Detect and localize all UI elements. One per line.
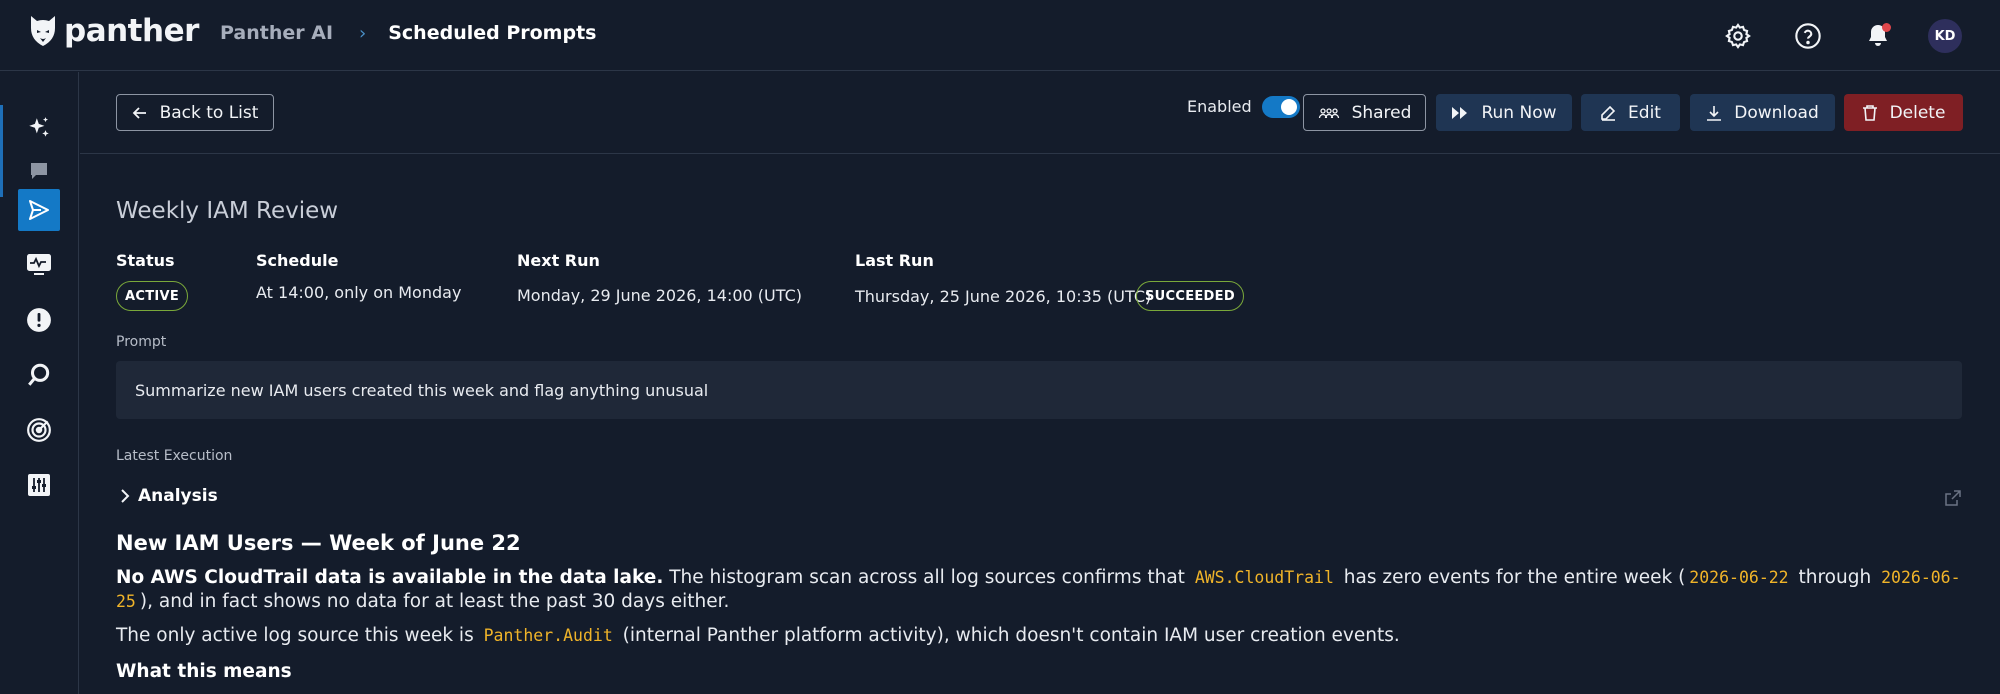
edit-label: Edit xyxy=(1628,102,1661,123)
code-panther-audit: Panther.Audit xyxy=(483,626,613,645)
send-icon xyxy=(29,200,49,220)
target-icon xyxy=(27,418,51,442)
help-button[interactable] xyxy=(1788,16,1828,56)
next-run-value: Monday, 29 June 2026, 14:00 (UTC) xyxy=(517,286,802,305)
execution-heading: New IAM Users — Week of June 22 xyxy=(116,531,521,555)
shared-label: Shared xyxy=(1351,102,1412,123)
top-header: panther Panther AI › Scheduled Prompts K… xyxy=(0,0,2000,71)
gear-icon xyxy=(1725,23,1751,49)
download-label: Download xyxy=(1734,102,1819,123)
status-badge: ACTIVE xyxy=(116,281,189,311)
enabled-label: Enabled xyxy=(1187,97,1252,116)
arrow-left-icon xyxy=(132,106,146,119)
p2-text-b: (internal Panther platform activity), wh… xyxy=(616,625,1400,646)
chevron-right-icon: › xyxy=(359,22,367,44)
analysis-label: Analysis xyxy=(138,486,218,506)
delete-label: Delete xyxy=(1889,102,1946,123)
schedule-label: Schedule xyxy=(256,251,339,270)
schedule-value: At 14:00, only on Monday xyxy=(256,283,462,302)
p1-bold: No AWS CloudTrail data is available in t… xyxy=(116,567,664,588)
next-run-label: Next Run xyxy=(517,251,600,270)
back-to-list-label: Back to List xyxy=(159,102,259,123)
breadcrumb-current: Scheduled Prompts xyxy=(388,22,597,44)
users-icon xyxy=(1318,107,1339,118)
sparkles-icon xyxy=(29,117,49,137)
what-this-means-heading: What this means xyxy=(116,661,292,682)
last-run-status-badge: SUCCEEDED xyxy=(1136,281,1244,311)
p1-text-b: has zero events for the entire week ( xyxy=(1337,567,1686,588)
alert-icon xyxy=(27,308,51,332)
download-icon xyxy=(1707,105,1722,121)
trash-icon xyxy=(1862,105,1877,121)
logo[interactable]: panther xyxy=(28,13,199,49)
back-to-list-button[interactable]: Back to List xyxy=(116,94,274,131)
fast-forward-icon xyxy=(1452,106,1468,119)
page-title: Weekly IAM Review xyxy=(116,198,339,224)
prompt-label: Prompt xyxy=(116,334,167,350)
nav-ai[interactable] xyxy=(18,107,60,149)
breadcrumb: Panther AI › Scheduled Prompts xyxy=(220,22,596,44)
p1-text-a: The histogram scan across all log source… xyxy=(663,567,1191,588)
nav-active-group-indicator xyxy=(0,105,3,197)
nav-chat[interactable] xyxy=(18,150,60,192)
nav-search[interactable] xyxy=(18,354,60,396)
pencil-icon xyxy=(1601,105,1616,121)
analysis-toggle[interactable]: Analysis xyxy=(120,486,218,506)
nav-scheduled-prompts[interactable] xyxy=(18,189,60,231)
status-label: Status xyxy=(116,251,175,270)
last-run-value: Thursday, 25 June 2026, 10:35 (UTC) xyxy=(855,287,1152,306)
p2-text-a: The only active log source this week is xyxy=(116,625,480,646)
enabled-control: Enabled xyxy=(1187,94,1300,131)
detail-toolbar: Back to List Enabled Shared Run Now Edit… xyxy=(80,72,2000,154)
run-now-button[interactable]: Run Now xyxy=(1436,94,1572,131)
external-link-icon[interactable] xyxy=(1944,489,1962,507)
nav-alerts[interactable] xyxy=(18,299,60,341)
prompt-text: Summarize new IAM users created this wee… xyxy=(135,380,709,400)
download-button[interactable]: Download xyxy=(1690,94,1835,131)
execution-paragraph-2: The only active log source this week is … xyxy=(116,624,1962,648)
p1-text-d: ), and in fact shows no data for at leas… xyxy=(139,591,730,612)
breadcrumb-parent[interactable]: Panther AI xyxy=(220,22,333,44)
edit-button[interactable]: Edit xyxy=(1581,94,1680,131)
sliders-icon xyxy=(28,474,50,496)
notifications-button[interactable] xyxy=(1858,16,1898,56)
settings-button[interactable] xyxy=(1718,16,1758,56)
user-avatar[interactable]: KD xyxy=(1928,19,1962,53)
search-icon xyxy=(28,363,50,386)
prompt-text-box: Summarize new IAM users created this wee… xyxy=(116,361,1962,419)
notification-dot xyxy=(1882,23,1891,32)
logo-text: panther xyxy=(64,13,199,49)
code-cloudtrail: AWS.CloudTrail xyxy=(1194,568,1334,587)
delete-button[interactable]: Delete xyxy=(1844,94,1963,131)
help-icon xyxy=(1795,23,1821,49)
nav-configure[interactable] xyxy=(18,464,60,506)
monitor-icon xyxy=(27,254,51,275)
code-start-date: 2026-06-22 xyxy=(1689,568,1789,587)
p1-text-c: through xyxy=(1792,567,1878,588)
enabled-toggle[interactable] xyxy=(1261,95,1300,118)
latest-execution-label: Latest Execution xyxy=(116,448,233,464)
nav-monitoring[interactable] xyxy=(18,244,60,286)
run-now-label: Run Now xyxy=(1481,102,1557,123)
nav-detections[interactable] xyxy=(18,409,60,451)
last-run-label: Last Run xyxy=(855,251,934,270)
execution-paragraph-1: No AWS CloudTrail data is available in t… xyxy=(116,566,1962,614)
header-actions: KD xyxy=(1688,16,1962,56)
shared-button[interactable]: Shared xyxy=(1303,94,1426,131)
side-navigation xyxy=(0,72,79,694)
panther-logo-icon xyxy=(31,16,55,46)
chevron-right-icon xyxy=(121,489,130,503)
chat-icon xyxy=(31,163,47,179)
